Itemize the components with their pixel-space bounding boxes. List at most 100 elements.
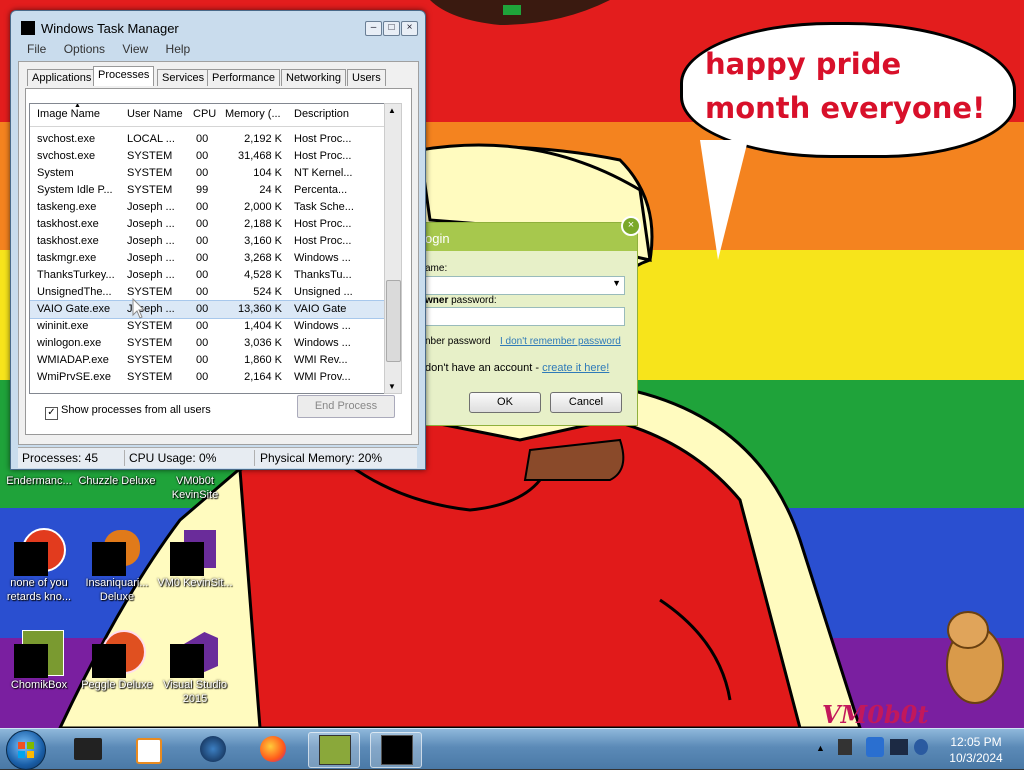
scroll-down-icon[interactable]: ▼ (388, 382, 396, 391)
tab-services[interactable]: Services (157, 69, 210, 86)
no-account-text: don't have an account - create it here! (425, 362, 609, 374)
desktop-icon-vm0b0t-kevinsite[interactable]: VM0b0t KevinSite (154, 474, 236, 502)
desktop-icon-none-of-you[interactable]: none of you retards kno... (0, 528, 80, 604)
tab-performance[interactable]: Performance (207, 69, 280, 86)
process-description: Host Proc... (294, 133, 352, 145)
tab-processes[interactable]: Processes (93, 66, 155, 86)
table-row[interactable]: System Idle P... SYSTEM 99 24 K Percenta... (30, 182, 384, 199)
taskbar-media-player[interactable] (122, 732, 172, 766)
end-process-button[interactable]: End Process (297, 395, 395, 418)
login-close-button[interactable]: × (621, 216, 641, 236)
password-label-rest: password: (448, 295, 497, 306)
tray-network-icon[interactable] (866, 737, 884, 757)
status-physical-memory: Physical Memory: 20% (260, 451, 383, 465)
taskbar-chromebook[interactable] (62, 732, 112, 766)
maximize-button[interactable]: □ (383, 21, 400, 36)
start-button[interactable] (6, 730, 46, 770)
column-description[interactable]: Description (294, 108, 380, 120)
table-row[interactable]: WMIADAP.exe SYSTEM 00 1,860 K WMI Rev... (30, 352, 384, 369)
desktop-icon-visual-studio-2015[interactable]: Visual Studio 2015 (154, 630, 236, 706)
tab-applications[interactable]: Applications (27, 69, 97, 86)
tray-monitor-icon[interactable] (838, 739, 852, 755)
show-all-users-checkbox[interactable]: ✓ Show processes from all users (45, 404, 211, 420)
show-hidden-icons-icon[interactable]: ▲ (816, 743, 825, 753)
ok-button[interactable]: OK (469, 392, 541, 413)
process-description: Windows ... (294, 252, 351, 264)
menu-help[interactable]: Help (166, 42, 191, 56)
app-icon (14, 630, 64, 678)
tray-device-icon[interactable] (890, 739, 908, 755)
process-memory: 24 K (259, 184, 282, 196)
process-description: Unsigned ... (294, 286, 353, 298)
windows-logo-icon (18, 742, 34, 758)
status-bar: Processes: 45 CPU Usage: 0% Physical Mem… (18, 447, 417, 468)
system-clock[interactable]: 12:05 PM 10/3/2024 (936, 734, 1016, 766)
desktop-icon-label: VM0b0t KevinSite (171, 475, 219, 501)
table-row[interactable]: wininit.exe SYSTEM 00 1,404 K Windows ... (30, 318, 384, 335)
chomikbox-icon (319, 735, 351, 765)
process-image-name: WmiPrvSE.exe (37, 371, 111, 383)
process-image-name: ThanksTurkey... (37, 269, 115, 281)
table-row[interactable]: VAIO Gate.exe Joseph ... 00 13,360 K VAIO Ga… (30, 300, 384, 319)
process-description: Windows ... (294, 320, 351, 332)
process-cpu: 00 (196, 269, 209, 281)
table-row[interactable]: WmiPrvSE.exe SYSTEM 00 2,164 K WMI Prov... (30, 369, 384, 386)
desktop-icon-insaniquarium-deluxe[interactable]: Insaniquari... Deluxe (76, 528, 158, 604)
column-user-name[interactable]: User Name (127, 108, 185, 120)
process-cpu: 00 (196, 286, 209, 298)
menu-options[interactable]: Options (64, 42, 105, 56)
create-account-link[interactable]: create it here! (542, 362, 609, 374)
tray-volume-icon[interactable] (914, 739, 928, 755)
username-dropdown[interactable]: ▼ (425, 276, 625, 295)
status-cpu-usage: CPU Usage: 0% (129, 451, 217, 465)
table-row[interactable]: ThanksTurkey... Joseph ... 00 4,528 K Thanks… (30, 267, 384, 284)
process-user-name: SYSTEM (127, 337, 173, 349)
scrollbar-thumb[interactable] (386, 280, 401, 362)
column-memory[interactable]: Memory (... (225, 108, 287, 120)
tab-users[interactable]: Users (347, 69, 386, 86)
checkbox-check-icon[interactable]: ✓ (45, 407, 58, 420)
scroll-up-icon[interactable]: ▲ (388, 106, 396, 115)
app-icon (92, 528, 142, 576)
table-row[interactable]: winlogon.exe SYSTEM 00 3,036 K Windows ... (30, 335, 384, 352)
process-table-scrollbar[interactable]: ▲ ▼ (384, 103, 402, 394)
taskbar-firefox-nightly[interactable] (188, 732, 238, 766)
table-row[interactable]: svchost.exe SYSTEM 00 31,468 K Host Proc... (30, 148, 384, 165)
task-manager-app-icon (21, 21, 35, 35)
table-header: Image Name User Name CPU Memory (... Des… (30, 104, 384, 127)
menu-view[interactable]: View (122, 42, 148, 56)
process-cpu: 99 (196, 184, 209, 196)
table-row[interactable]: taskmgr.exe Joseph ... 00 3,268 K Windows ..… (30, 250, 384, 267)
process-user-name: SYSTEM (127, 184, 173, 196)
column-image-name[interactable]: Image Name (37, 108, 119, 120)
table-row[interactable]: taskhost.exe Joseph ... 00 3,160 K Host Proc… (30, 233, 384, 250)
tab-networking[interactable]: Networking (281, 69, 347, 86)
taskbar-firefox[interactable] (248, 732, 298, 766)
desktop-icon-chuzzle-deluxe[interactable]: Chuzzle Deluxe (76, 474, 158, 488)
minimize-button[interactable]: – (365, 21, 382, 36)
taskbar-terminal[interactable] (370, 732, 422, 768)
table-row[interactable]: System SYSTEM 00 104 K NT Kernel... (30, 165, 384, 182)
desktop-icon-peggle-deluxe[interactable]: Peggle Deluxe (76, 630, 158, 692)
process-description: Task Sche... (294, 201, 354, 213)
desktop-icon-endermanch[interactable]: Endermanc... (0, 474, 80, 488)
cancel-button[interactable]: Cancel (550, 392, 622, 413)
remember-password-label[interactable]: nber password (425, 336, 491, 347)
column-cpu[interactable]: CPU (193, 108, 221, 120)
table-row[interactable]: UnsignedThe... SYSTEM 00 524 K Unsigned ... (30, 284, 384, 301)
table-row[interactable]: taskeng.exe Joseph ... 00 2,000 K Task Sche.… (30, 199, 384, 216)
menu-file[interactable]: File (27, 42, 46, 56)
table-row[interactable]: taskhost.exe Joseph ... 00 2,188 K Host Proc… (30, 216, 384, 233)
password-field[interactable] (425, 307, 625, 326)
forgot-password-link[interactable]: I don't remember password (500, 336, 621, 347)
process-memory: 3,268 K (244, 252, 282, 264)
process-user-name: SYSTEM (127, 320, 173, 332)
table-row[interactable]: svchost.exe LOCAL ... 00 2,192 K Host Proc..… (30, 131, 384, 148)
desktop-icon-chomikbox[interactable]: ChomikBox (0, 630, 80, 692)
desktop-icon-vm0-kevinsite[interactable]: VM0 KevinSit... (154, 528, 236, 590)
redaction-box (92, 644, 126, 678)
taskbar-chomikbox[interactable] (308, 732, 360, 768)
process-image-name: svchost.exe (37, 133, 96, 145)
close-button[interactable]: × (401, 21, 418, 36)
process-description: Host Proc... (294, 218, 352, 230)
